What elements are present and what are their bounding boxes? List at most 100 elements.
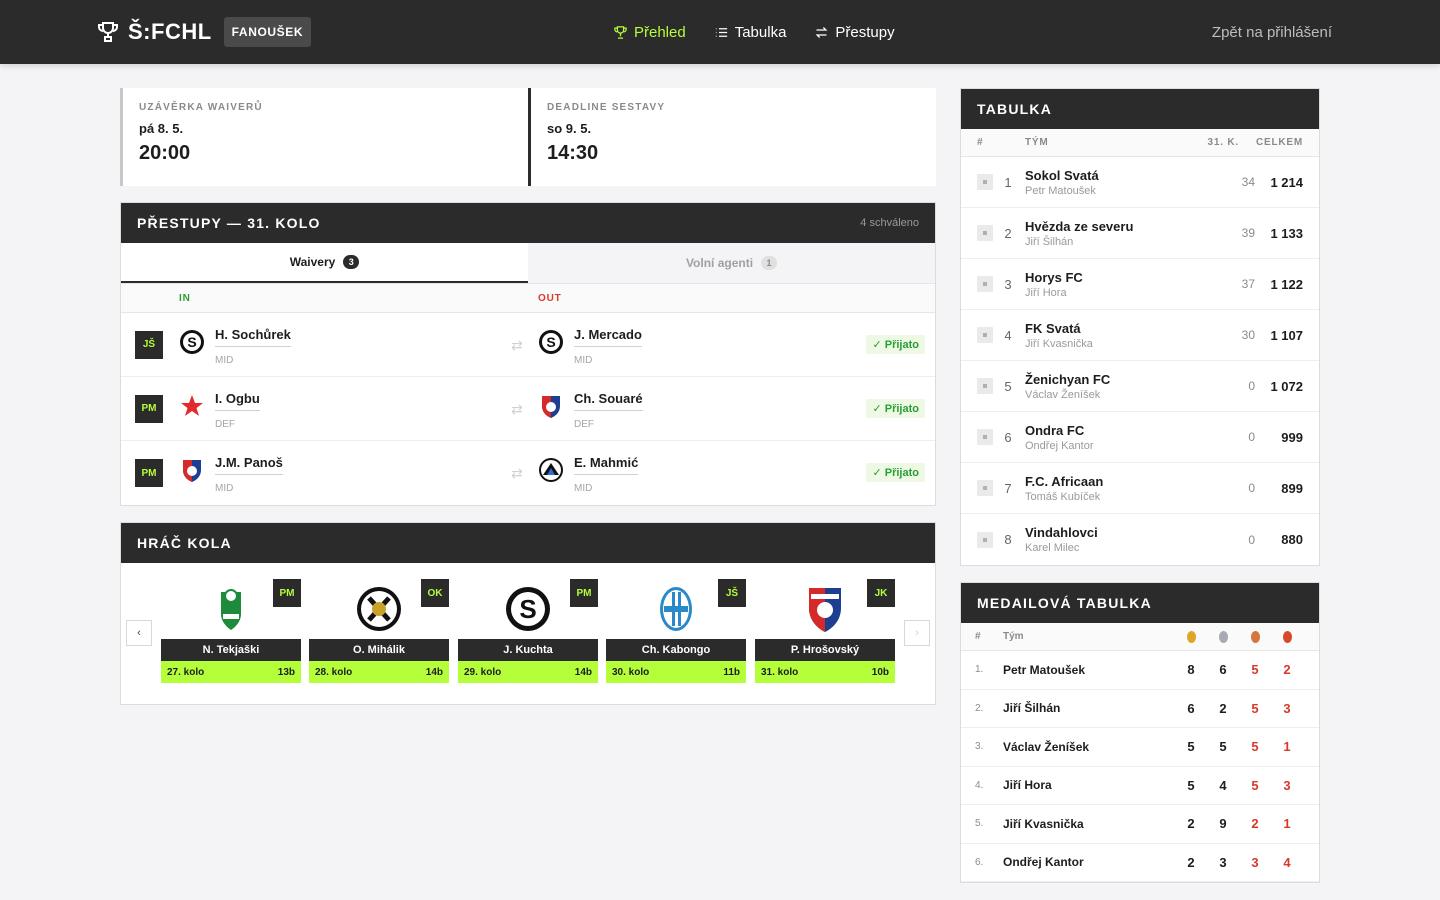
team-owner: Tomáš Kubíček xyxy=(1025,490,1101,503)
fourth-count: 1 xyxy=(1283,816,1291,832)
svg-text:S: S xyxy=(519,594,536,624)
panel-title: PŘESTUPY — 31. KOLO xyxy=(137,215,321,231)
potr-card[interactable]: JŠ Ch. Kabongo 30. kolo 11b xyxy=(606,579,746,683)
standings-row[interactable]: 1 Sokol Svatá Petr Matoušek 34 1 214 xyxy=(961,157,1319,208)
status-badge: ✓ Přijato xyxy=(866,463,925,482)
bronze-count: 5 xyxy=(1251,700,1259,716)
medal-rank: 6. xyxy=(975,856,984,868)
standings-row[interactable]: 7 F.C. Africaan Tomáš Kubíček 0 899 xyxy=(961,463,1319,514)
plzen-crest-icon xyxy=(542,396,560,418)
gold-count: 5 xyxy=(1187,777,1195,793)
transfer-row: JŠ S H. Sochůrek MID ⇄ S J. Mercado MID ✓ … xyxy=(121,313,935,377)
bronze-count: 5 xyxy=(1251,777,1259,793)
team-badge-icon xyxy=(977,531,993,548)
owner-badge: PM xyxy=(570,579,598,607)
card-player-name: P. Hrošovský xyxy=(755,639,895,661)
medal-rank: 4. xyxy=(975,779,984,791)
standings-row[interactable]: 3 Horys FC Jiří Hora 37 1 122 xyxy=(961,259,1319,310)
player-name: J.M. Panoš xyxy=(215,455,283,475)
fourth-count: 3 xyxy=(1283,700,1291,716)
player-name: I. Ogbu xyxy=(215,391,260,411)
player-in[interactable]: J.M. Panoš MID xyxy=(179,455,283,494)
tab-waivers[interactable]: Waivery 3 xyxy=(121,243,528,283)
potr-card[interactable]: PM N. Tekjaški 27. kolo 13b xyxy=(161,579,301,683)
deadline-label: DEADLINE SESTAVY xyxy=(547,102,666,113)
medal-row: 4. Jiří Hora 5 4 5 3 xyxy=(961,767,1319,805)
player-out[interactable]: S J. Mercado MID xyxy=(538,327,642,366)
owner-badge: PM xyxy=(135,394,163,423)
out-label: OUT xyxy=(538,292,562,304)
standings-row[interactable]: 8 Vindahlovci Karel Milec 0 880 xyxy=(961,514,1319,565)
standings-header: TABULKA xyxy=(961,89,1319,129)
swap-icon: ⇄ xyxy=(511,401,523,417)
in-out-header: IN OUT xyxy=(121,283,935,313)
list-icon xyxy=(715,27,727,37)
card-crest: S PM xyxy=(458,579,598,639)
player-out[interactable]: Ch. Souaré DEF xyxy=(538,391,643,430)
card-round: 30. kolo xyxy=(612,666,650,678)
panel-title: TABULKA xyxy=(977,101,1053,117)
team-badge-icon xyxy=(977,174,993,190)
card-player-name: N. Tekjaški xyxy=(161,639,301,661)
potr-card[interactable]: OK O. Mihálik 28. kolo 14b xyxy=(309,579,449,683)
top-navbar: Š:FCHL FANOUŠEK Přehled Tabulka Přestupy… xyxy=(0,0,1440,64)
team-badge-icon xyxy=(977,480,993,496)
total-points: 999 xyxy=(1281,429,1303,445)
carousel-prev-button[interactable]: ‹ xyxy=(126,620,152,646)
card-meta: 27. kolo 13b xyxy=(161,661,301,683)
col-rank: # xyxy=(977,137,984,148)
nav-item-overview[interactable]: Přehled xyxy=(613,24,686,41)
nav-label: Přehled xyxy=(634,23,686,41)
player-name: J. Mercado xyxy=(574,327,642,347)
round-points: 0 xyxy=(1248,532,1255,547)
team-rank: 6 xyxy=(1004,429,1012,445)
logout-link[interactable]: Zpět na přihlášení xyxy=(1212,24,1332,41)
trophy-icon xyxy=(98,22,118,42)
medal-rank: 1. xyxy=(975,664,984,676)
team-rank: 8 xyxy=(1004,532,1012,547)
medals-header: MEDAILOVÁ TABULKA xyxy=(961,583,1319,623)
medal-rank: 3. xyxy=(975,741,984,753)
sparta-crest-icon: S xyxy=(180,330,204,354)
standings-row[interactable]: 4 FK Svatá Jiří Kvasnička 30 1 107 xyxy=(961,310,1319,361)
slovan-liberec-crest-icon xyxy=(539,458,563,482)
nav-item-transfers[interactable]: Přestupy xyxy=(814,24,895,41)
gold-count: 8 xyxy=(1187,662,1195,678)
plzen-crest-icon xyxy=(183,460,201,482)
col-team: TÝM xyxy=(1025,137,1049,148)
nav-item-table[interactable]: Tabulka xyxy=(714,24,786,41)
swap-icon: ⇄ xyxy=(511,465,523,481)
tab-free-agents[interactable]: Volní agenti 1 xyxy=(528,243,935,283)
team-cell: F.C. Africaan Tomáš Kubíček xyxy=(1023,474,1215,503)
waiver-deadline: UZÁVĚRKA WAIVERŮ pá 8. 5. 20:00 xyxy=(120,88,528,186)
carousel-next-button[interactable]: › xyxy=(904,620,930,646)
card-meta: 28. kolo 14b xyxy=(309,661,449,683)
approved-count: 4 schváleno xyxy=(860,217,919,229)
medal-owner: Jiří Šilhán xyxy=(1003,701,1061,716)
sparta-crest-icon: S xyxy=(506,587,550,631)
svg-text:S: S xyxy=(187,334,196,350)
player-name: H. Sochůrek xyxy=(215,327,291,347)
potr-card[interactable]: S PM J. Kuchta 29. kolo 14b xyxy=(458,579,598,683)
standings-columns: # TÝM 31. K. CELKEM xyxy=(961,129,1319,157)
brand-logo[interactable]: Š:FCHL xyxy=(96,19,212,45)
medal-table-panel: MEDAILOVÁ TABULKA # Tým 1. Petr Matoušek 8… xyxy=(960,582,1320,883)
col-rank: # xyxy=(975,631,982,642)
medal-owner: Jiří Hora xyxy=(1003,778,1052,793)
standings-row[interactable]: 5 Ženichyan FC Václav Ženíšek 0 1 072 xyxy=(961,361,1319,412)
medal-row: 6. Ondřej Kantor 2 3 3 4 xyxy=(961,844,1319,882)
player-out[interactable]: E. Mahmić MID xyxy=(538,455,639,494)
player-in[interactable]: S H. Sochůrek MID xyxy=(179,327,291,366)
team-name: FK Svatá xyxy=(1025,320,1081,336)
standings-row[interactable]: 2 Hvězda ze severu Jiří Šilhán 39 1 133 xyxy=(961,208,1319,259)
transfer-row: PM J.M. Panoš MID ⇄ E. Mahmić MID ✓ Přijat… xyxy=(121,441,935,505)
player-in[interactable]: I. Ogbu DEF xyxy=(179,391,260,430)
brand[interactable]: Š:FCHL FANOUŠEK xyxy=(96,17,312,47)
potr-card[interactable]: JK P. Hrošovský 31. kolo 10b xyxy=(755,579,895,683)
jablonec-crest-icon xyxy=(221,589,241,630)
panel-title: MEDAILOVÁ TABULKA xyxy=(977,595,1152,611)
team-owner: Petr Matoušek xyxy=(1025,184,1096,197)
team-owner: Jiří Šilhán xyxy=(1025,235,1074,248)
standings-row[interactable]: 6 Ondra FC Ondřej Kantor 0 999 xyxy=(961,412,1319,463)
main-column: UZÁVĚRKA WAIVERŮ pá 8. 5. 20:00 DEADLINE… xyxy=(120,88,936,705)
